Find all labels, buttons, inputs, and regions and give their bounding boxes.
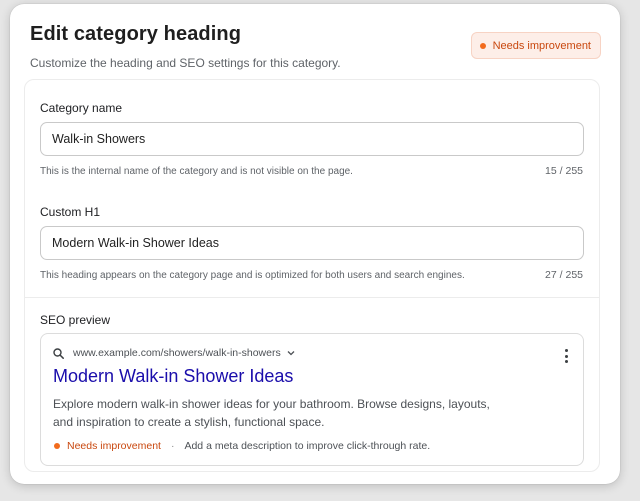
chevron-down-icon[interactable]	[287, 350, 295, 356]
seo-preview-card: www.example.com/showers/walk-in-showers …	[40, 333, 584, 466]
category-name-counter: 15 / 255	[545, 165, 583, 177]
preview-url[interactable]: www.example.com/showers/walk-in-showers	[73, 347, 281, 359]
settings-panel: Category name Walk-in Showers This is th…	[24, 79, 600, 472]
custom-h1-input[interactable]: Modern Walk-in Shower Ideas	[40, 226, 584, 260]
page-title: Edit category heading	[30, 23, 242, 45]
preview-status-row: Needs improvement · Add a meta descripti…	[54, 440, 430, 452]
preview-title[interactable]: Modern Walk-in Shower Ideas	[53, 366, 293, 387]
status-dot-icon	[54, 443, 60, 449]
preview-status: Needs improvement	[67, 440, 161, 452]
category-name-label: Category name	[40, 101, 123, 115]
preview-hint: Add a meta description to improve click-…	[184, 440, 431, 452]
more-vertical-icon[interactable]	[561, 346, 571, 366]
custom-h1-counter: 27 / 255	[545, 269, 583, 281]
status-dot-icon	[479, 42, 486, 49]
status-badge-label: Needs improvement	[492, 39, 591, 52]
custom-h1-label: Custom H1	[40, 205, 101, 219]
preview-url-row: www.example.com/showers/walk-in-showers	[53, 347, 295, 359]
seo-preview-label: SEO preview	[40, 313, 111, 327]
preview-description: Explore modern walk-in shower ideas for …	[53, 397, 490, 429]
preview-separator: ·	[170, 440, 175, 452]
section-divider	[25, 297, 599, 298]
category-name-help: This is the internal name of the categor…	[40, 166, 353, 177]
custom-h1-value: Modern Walk-in Shower Ideas	[52, 236, 219, 250]
status-badge: Needs improvement	[470, 32, 601, 59]
edit-category-card: Edit category heading Customize the head…	[10, 4, 620, 484]
category-name-value: Walk-in Showers	[52, 132, 146, 146]
category-name-input[interactable]: Walk-in Showers	[40, 122, 584, 156]
custom-h1-help: This heading appears on the category pag…	[40, 270, 465, 281]
page-subtitle: Customize the heading and SEO settings f…	[30, 56, 341, 70]
search-icon	[53, 347, 64, 359]
